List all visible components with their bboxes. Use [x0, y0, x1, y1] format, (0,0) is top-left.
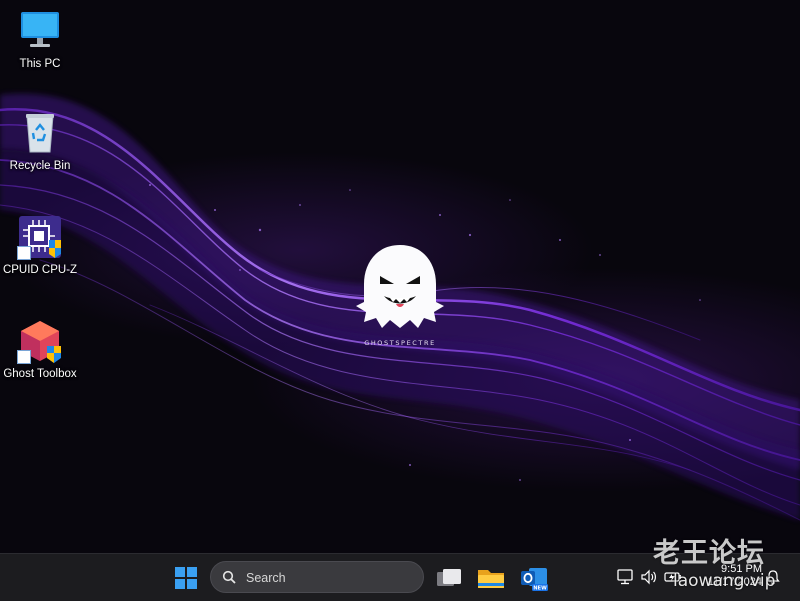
- desktop-icon-cpu-z[interactable]: CPUID CPU-Z: [0, 214, 80, 276]
- watermark-url: laowang.vip: [673, 571, 776, 591]
- volume-icon[interactable]: [640, 569, 658, 585]
- search-box[interactable]: Search: [210, 561, 424, 593]
- desktop-icon-ghost-toolbox[interactable]: Ghost Toolbox: [0, 318, 80, 380]
- shortcut-arrow-icon: [17, 246, 31, 260]
- file-explorer-button[interactable]: [475, 562, 507, 594]
- outlook-button[interactable]: NEW: [518, 562, 550, 594]
- task-view-icon: [437, 569, 461, 586]
- cpu-z-icon: [17, 214, 63, 260]
- desktop-icon-label: This PC: [19, 58, 61, 70]
- desktop-icon-label: CPUID CPU-Z: [2, 264, 78, 276]
- desktop-icon-recycle-bin[interactable]: Recycle Bin: [0, 110, 80, 172]
- start-button[interactable]: [170, 562, 202, 594]
- network-icon[interactable]: [616, 569, 634, 585]
- shortcut-arrow-icon: [17, 350, 31, 364]
- search-icon: [222, 570, 236, 584]
- ghost-icon: [356, 245, 444, 328]
- desktop-icon-label: Recycle Bin: [9, 160, 71, 172]
- monitor-icon: [17, 8, 63, 54]
- desktop: This PC Recycle Bin CPUID CPU-Z Ghost To…: [0, 0, 800, 553]
- outlook-icon: NEW: [521, 568, 548, 592]
- windows-logo-icon: [175, 567, 197, 589]
- watermark-chinese: 老王论坛: [653, 538, 765, 569]
- ghost-brand-text: GHOSTSPECTRE: [364, 339, 436, 347]
- task-view-button[interactable]: [433, 562, 465, 594]
- recycle-bin-icon: [17, 110, 63, 156]
- ghost-logo: GHOSTSPECTRE: [345, 240, 455, 347]
- desktop-icon-label: Ghost Toolbox: [3, 368, 77, 380]
- search-label: Search: [246, 571, 286, 585]
- folder-icon: [478, 570, 504, 588]
- ghost-toolbox-icon: [17, 318, 63, 364]
- new-badge: NEW: [533, 586, 547, 592]
- desktop-icon-this-pc[interactable]: This PC: [0, 8, 80, 70]
